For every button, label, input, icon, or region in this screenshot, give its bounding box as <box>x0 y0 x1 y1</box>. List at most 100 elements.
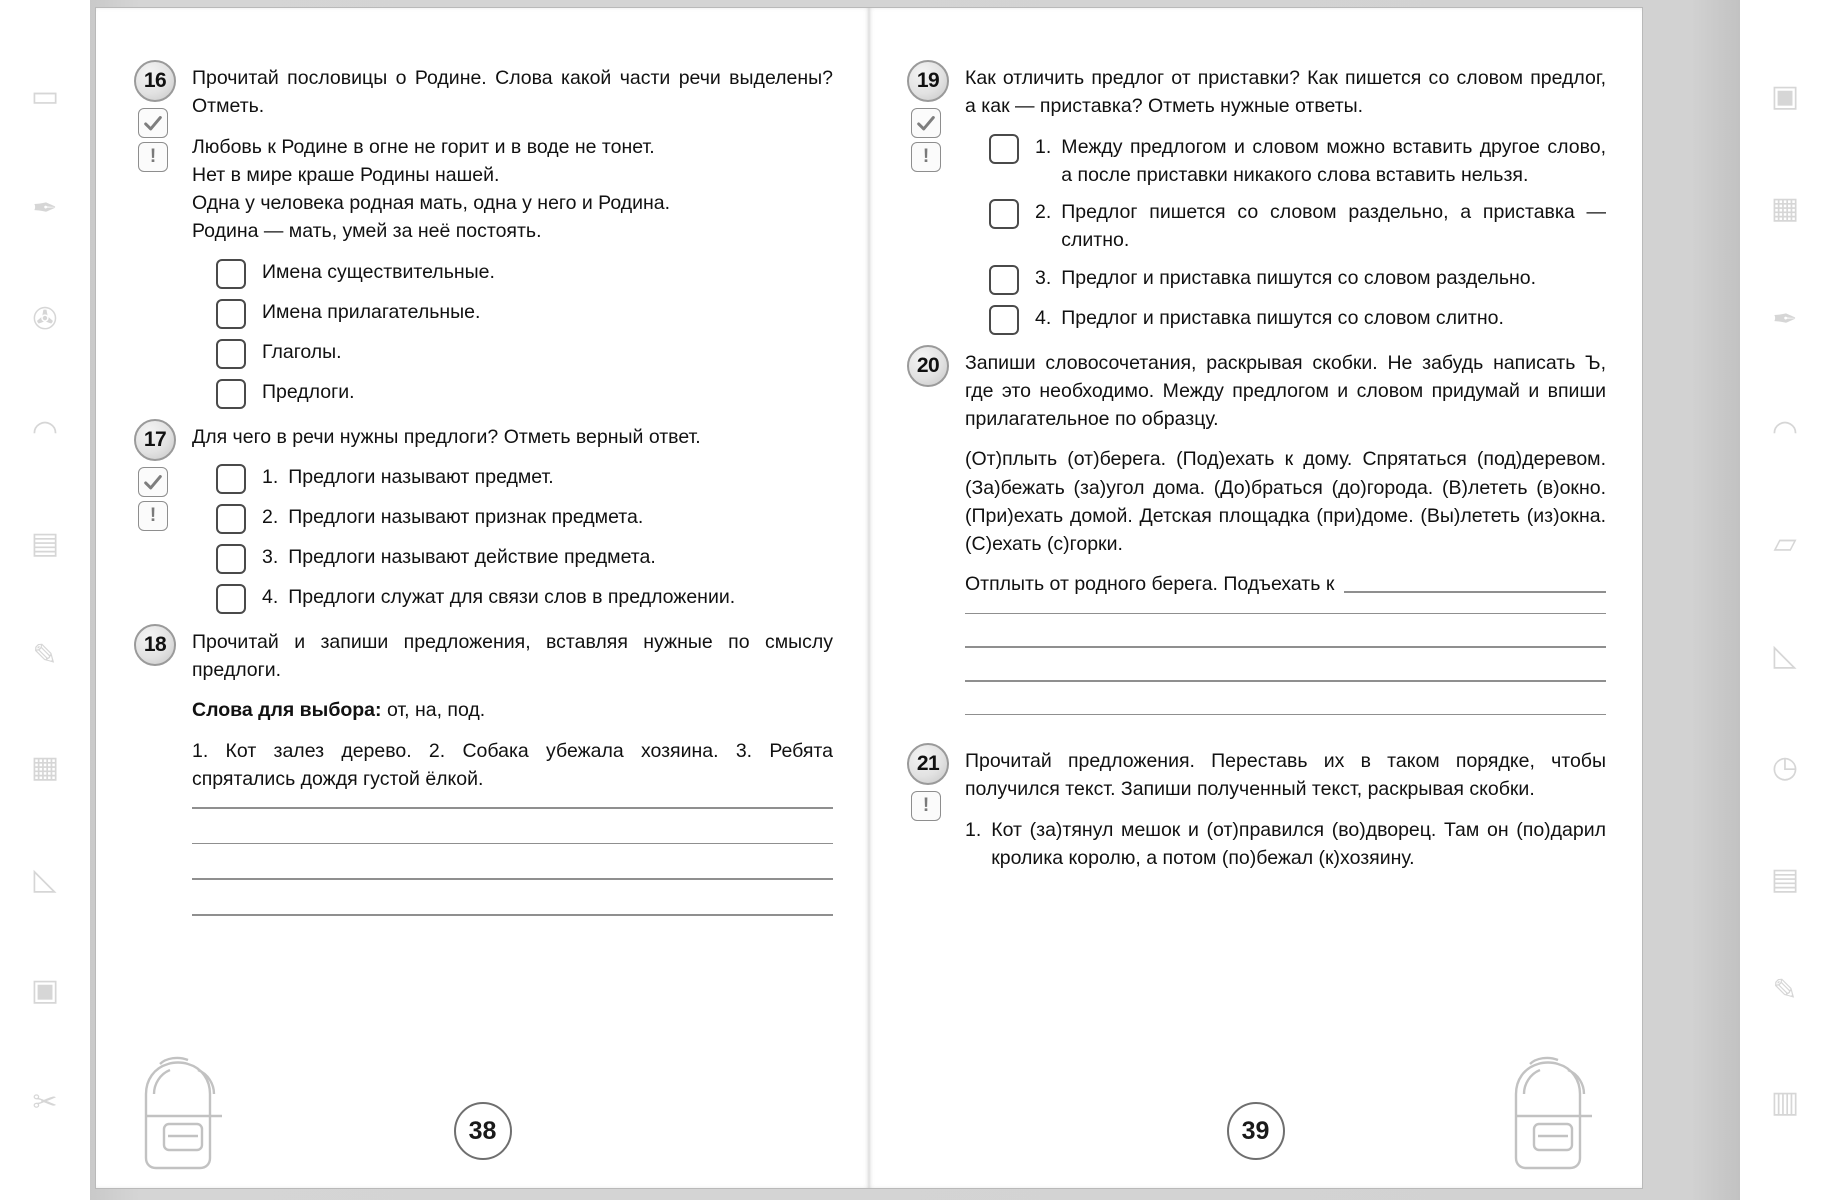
backpack-icon: ▣ <box>1770 79 1800 113</box>
checkbox[interactable] <box>216 298 246 329</box>
backpack-illustration <box>1514 1056 1592 1170</box>
writing-line[interactable] <box>965 646 1606 648</box>
note-lines-icon: ▤ <box>1770 862 1800 896</box>
right-page: 19 ! Как отличить предлог от приставки? … <box>869 8 1642 1188</box>
proverb-line: Любовь к Родине в огне не горит и в воде… <box>192 135 655 158</box>
writing-line[interactable] <box>1344 591 1606 593</box>
option-row[interactable]: Предлоги. <box>192 378 833 409</box>
list-item: 1. Кот (за)тянул мешок и (от)правился (в… <box>965 816 1606 873</box>
task-16-marks: ! <box>138 108 168 172</box>
proverb-line: Родина — мать, умей за неё постоять. <box>192 220 542 243</box>
option-label: Предлог и приставка пишутся со словом ра… <box>1061 266 1537 289</box>
option-label: Предлог пишется со словом раздельно, а п… <box>1061 201 1606 252</box>
writing-line[interactable] <box>965 679 1606 682</box>
task-17-prompt: Для чего в речи нужны предлоги? Отметь в… <box>192 425 701 448</box>
option-row[interactable]: 1. Предлоги называют предмет. <box>192 463 833 494</box>
writing-line[interactable] <box>192 878 833 880</box>
checkbox[interactable] <box>216 258 246 289</box>
writing-line[interactable] <box>192 842 833 845</box>
task-16: 16 ! Прочитай пословицы о Родине. Слова … <box>126 60 833 409</box>
checkbox[interactable] <box>989 264 1019 295</box>
writing-line[interactable] <box>965 612 1606 615</box>
eraser-icon: ▭ <box>30 79 60 113</box>
ruler-icon: ▤ <box>30 527 60 561</box>
option-label: Предлоги называют предмет. <box>288 465 554 488</box>
pen-icon: ✒ <box>1772 303 1798 337</box>
books-icon: ▣ <box>30 974 60 1008</box>
checkbox[interactable] <box>216 583 246 614</box>
item-text: Кот (за)тянул мешок и (от)правился (во)д… <box>991 818 1606 869</box>
writing-line[interactable] <box>192 807 833 809</box>
option-label: Предлог и приставка пишутся со словом сл… <box>1061 306 1504 329</box>
pencil-icon: ✎ <box>1772 974 1798 1008</box>
word-bank-label: Слова для выбора: <box>192 699 382 722</box>
task-20-answer-lines[interactable] <box>965 612 1606 716</box>
option-label: Предлоги называют признак предмета. <box>288 505 644 528</box>
task-18-answer-lines[interactable] <box>192 807 833 916</box>
checkbox[interactable] <box>216 543 246 574</box>
option-row[interactable]: Имена прилагательные. <box>192 298 833 329</box>
option-row[interactable]: Глаголы. <box>192 338 833 369</box>
attention-icon: ! <box>911 142 941 172</box>
protractor-icon: ◠ <box>31 415 59 449</box>
notepad-icon: ▦ <box>1770 191 1800 225</box>
checkbox[interactable] <box>216 378 246 409</box>
page-number-left: 38 <box>453 1102 512 1160</box>
option-number: 1. <box>1035 135 1052 158</box>
right-decor-band: ▣ ▦ ✒ ◠ ▱ ◺ ◷ ▤ ✎ ▥ <box>1740 0 1830 1200</box>
triangle-ruler-icon: ◺ <box>1773 638 1797 672</box>
option-row[interactable]: 3. Предлог и приставка пишутся со словом… <box>965 264 1606 295</box>
checkbox[interactable] <box>989 304 1019 335</box>
task-21-prompt: Прочитай предложения. Переставь их в так… <box>965 750 1606 801</box>
option-row[interactable]: Имена существительные. <box>192 258 833 289</box>
task-19-marks: ! <box>911 108 941 172</box>
task-number-badge: 19 <box>907 60 949 102</box>
option-row[interactable]: 2. Предлог пишется со словом раздельно, … <box>965 198 1606 255</box>
task-number-badge: 20 <box>907 344 949 387</box>
pen-icon: ✒ <box>32 191 58 225</box>
check-mark-icon <box>138 466 168 497</box>
task-16-prompt: Прочитай пословицы о Родине. Слова какой… <box>192 67 833 118</box>
check-mark-icon <box>138 108 168 138</box>
checkbox[interactable] <box>216 338 246 369</box>
option-number: 2. <box>1035 201 1052 224</box>
task-19-options: 1. Между предлогом и словом можно встави… <box>965 133 1606 335</box>
task-17: 17 ! Для чего в речи нужны предлоги? Отм… <box>126 418 833 614</box>
option-label: Имена существительные. <box>262 260 495 283</box>
task-20-example: Отплыть от родного берега. Подъехать к <box>965 573 1335 596</box>
protractor-icon: ◠ <box>1771 415 1799 449</box>
option-label: Предлоги называют действие предмета. <box>288 545 656 568</box>
option-row[interactable]: 4. Предлог и приставка пишутся со словом… <box>965 304 1606 335</box>
option-row[interactable]: 4. Предлоги служат для связи слов в пред… <box>192 583 833 614</box>
task-18-prompt: Прочитай и запиши предложения, вставляя … <box>192 630 833 682</box>
option-row[interactable]: 3. Предлоги называют действие предмета. <box>192 543 833 574</box>
scissors-icon: ✂ <box>32 1086 58 1120</box>
word-bank-values: от, на, под. <box>386 699 486 722</box>
option-number: 3. <box>262 545 279 568</box>
task-20-example-row: Отплыть от родного берега. Подъехать к <box>965 570 1606 598</box>
checkbox[interactable] <box>989 199 1019 230</box>
task-17-marks: ! <box>138 466 168 531</box>
book-icon: ▥ <box>1770 1086 1800 1120</box>
left-decor-band: ▭ ✒ ✇ ◠ ▤ ✎ ▦ ◺ ▣ ✂ <box>0 0 90 1200</box>
task-number-badge: 18 <box>134 623 176 666</box>
proverb-line: Одна у человека родная мать, одна у него… <box>192 192 671 215</box>
task-21-items: 1. Кот (за)тянул мешок и (от)правился (в… <box>965 816 1606 873</box>
option-number: 2. <box>262 505 279 528</box>
option-number: 1. <box>262 465 279 488</box>
notebook-icon: ▦ <box>30 750 60 784</box>
option-row[interactable]: 2. Предлоги называют признак предмета. <box>192 503 833 534</box>
task-19-prompt: Как отличить предлог от приставки? Как п… <box>965 67 1606 118</box>
item-number: 1. <box>965 818 982 841</box>
writing-line[interactable] <box>192 913 833 916</box>
writing-line[interactable] <box>965 713 1606 716</box>
task-21-marks: ! <box>911 791 941 822</box>
checkbox[interactable] <box>216 503 246 534</box>
task-20-prompt: Запиши словосочетания, раскрывая скобки.… <box>965 351 1606 431</box>
paperclip-icon: ✇ <box>32 303 58 337</box>
checkbox[interactable] <box>216 463 246 494</box>
attention-icon: ! <box>138 500 168 531</box>
checkbox[interactable] <box>989 133 1019 164</box>
option-row[interactable]: 1. Между предлогом и словом можно встави… <box>965 133 1606 190</box>
right-decor-icons: ▣ ▦ ✒ ◠ ▱ ◺ ◷ ▤ ✎ ▥ <box>1740 0 1830 1200</box>
